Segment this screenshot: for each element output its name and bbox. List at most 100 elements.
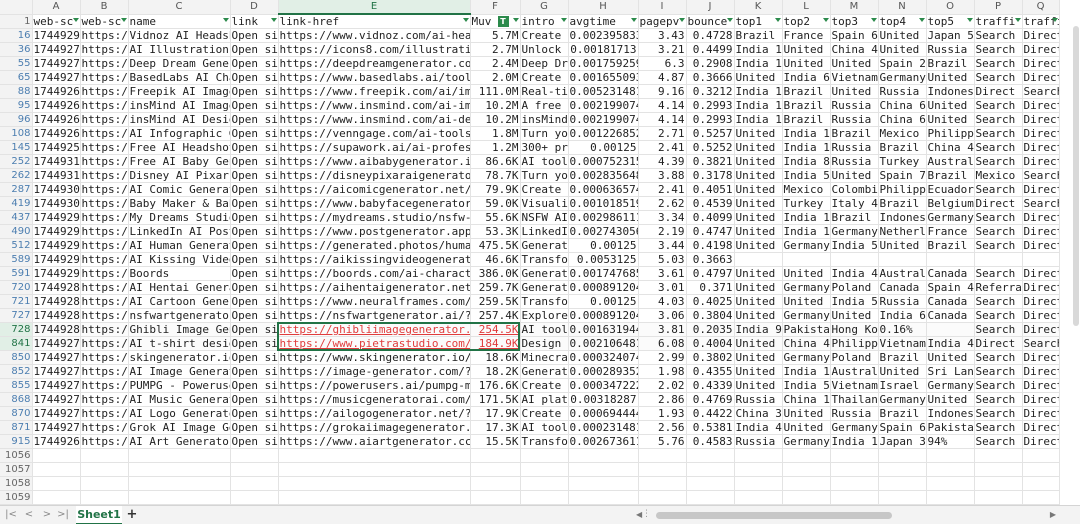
cell-j[interactable]: 0.3178 bbox=[686, 168, 735, 183]
cell-b[interactable]: https://\ bbox=[80, 378, 129, 393]
cell-m[interactable]: Poland 7 bbox=[830, 350, 879, 365]
cell-n[interactable]: Canada 5 bbox=[878, 280, 927, 295]
header-cell-m[interactable]: top3 bbox=[830, 14, 879, 29]
cell-b[interactable]: https://\ bbox=[80, 252, 129, 267]
cell-q[interactable] bbox=[1022, 490, 1060, 505]
cell-m[interactable]: Australi bbox=[830, 364, 879, 379]
column-header-f[interactable]: F bbox=[470, 0, 521, 15]
cell-f[interactable]: 254.5K bbox=[470, 322, 521, 337]
filter-dropdown-icon[interactable] bbox=[774, 17, 781, 22]
column-header-e[interactable]: E bbox=[278, 0, 471, 15]
cell-k[interactable]: United S bbox=[734, 350, 783, 365]
cell-j[interactable]: 0.4051 bbox=[686, 182, 735, 197]
cell-a[interactable] bbox=[32, 448, 81, 463]
cell-f[interactable]: 17.3K bbox=[470, 420, 521, 435]
cell-m[interactable]: United K bbox=[830, 308, 879, 323]
filter-dropdown-icon[interactable] bbox=[560, 17, 567, 22]
cell-n[interactable] bbox=[878, 490, 927, 505]
cell-h[interactable]: 0.000289352 bbox=[568, 364, 639, 379]
cell-f[interactable]: 5.7M bbox=[470, 28, 521, 43]
cell-i[interactable]: 4.03 bbox=[638, 294, 687, 309]
cell-l[interactable]: India 19 bbox=[782, 364, 831, 379]
cell-b[interactable]: https://\ bbox=[80, 210, 129, 225]
cell-l[interactable]: Brazil 8 bbox=[782, 84, 831, 99]
cell-c[interactable]: BasedLabs AI Chara bbox=[128, 70, 231, 85]
row-number[interactable]: 1058 bbox=[0, 476, 33, 491]
cell-i[interactable]: 3.01 bbox=[638, 280, 687, 295]
cell-g[interactable]: Design a bbox=[520, 336, 569, 351]
cell-e[interactable]: https://deepdreamgenerator.com/?utm_s bbox=[278, 56, 471, 71]
header-cell-l[interactable]: top2 bbox=[782, 14, 831, 29]
last-sheet-icon[interactable]: >| bbox=[56, 508, 70, 522]
cell-c[interactable]: AI Hentai Generato bbox=[128, 280, 231, 295]
column-header-d[interactable]: D bbox=[230, 0, 279, 15]
cell-c[interactable]: Baby Maker & Baby bbox=[128, 196, 231, 211]
cell-d[interactable]: Open site bbox=[230, 154, 279, 169]
cell-q[interactable]: Direct bbox=[1022, 56, 1060, 71]
cell-q[interactable]: Direct bbox=[1022, 154, 1060, 169]
cell-b[interactable] bbox=[80, 476, 129, 491]
row-number[interactable]: 870 bbox=[0, 406, 33, 421]
cell-o[interactable]: United S bbox=[926, 392, 975, 407]
cell-d[interactable]: Open site bbox=[230, 350, 279, 365]
cell-q[interactable]: Direct bbox=[1022, 294, 1060, 309]
cell-e[interactable]: https://disneypixaraigenerator.com/?u bbox=[278, 168, 471, 183]
cell-i[interactable] bbox=[638, 448, 687, 463]
cell-p[interactable]: Search 7 bbox=[974, 322, 1023, 337]
cell-k[interactable]: United S bbox=[734, 266, 783, 281]
cell-o[interactable]: Pakistan bbox=[926, 420, 975, 435]
cell-g[interactable]: Generate bbox=[520, 266, 569, 281]
cell-i[interactable]: 3.81 bbox=[638, 322, 687, 337]
cell-c[interactable]: Free AI Headshot G bbox=[128, 140, 231, 155]
cell-n[interactable]: Brazil 6 bbox=[878, 406, 927, 421]
cell-e[interactable]: https://www.aiartgenerator.cc/?utm_so bbox=[278, 434, 471, 449]
cell-o[interactable]: United K bbox=[926, 70, 975, 85]
cell-c[interactable]: AI Image Generator bbox=[128, 364, 231, 379]
cell-l[interactable]: India 8. bbox=[782, 154, 831, 169]
cell-k[interactable]: United S bbox=[734, 70, 783, 85]
cell-g[interactable]: Generate bbox=[520, 364, 569, 379]
cell-g[interactable]: Real-tim bbox=[520, 84, 569, 99]
cell-h[interactable]: 0.001018519 bbox=[568, 196, 639, 211]
cell-q[interactable]: Direct bbox=[1022, 350, 1060, 365]
cell-e[interactable]: https://www.basedlabs.ai/tools/ai-cha bbox=[278, 70, 471, 85]
cell-h[interactable]: 0.002199074 bbox=[568, 98, 639, 113]
cell-a[interactable]: 17449272 bbox=[32, 406, 81, 421]
cell-b[interactable]: https://\ bbox=[80, 406, 129, 421]
cell-a[interactable] bbox=[32, 490, 81, 505]
cell-c[interactable]: insMind AI Design bbox=[128, 112, 231, 127]
cell-f[interactable]: 55.6K bbox=[470, 210, 521, 225]
row-number[interactable]: 1056 bbox=[0, 448, 33, 463]
add-sheet-button[interactable]: + bbox=[125, 507, 139, 523]
cell-k[interactable] bbox=[734, 462, 783, 477]
sheet-tab-sheet1[interactable]: Sheet1 bbox=[76, 506, 122, 524]
cell-l[interactable]: United S bbox=[782, 406, 831, 421]
cell-a[interactable]: 17449294 bbox=[32, 238, 81, 253]
cell-f[interactable]: 2.4M bbox=[470, 56, 521, 71]
cell-j[interactable]: 0.2993 bbox=[686, 112, 735, 127]
cell-m[interactable]: Vietnam bbox=[830, 378, 879, 393]
cell-c[interactable]: Free AI Baby Gener bbox=[128, 154, 231, 169]
cell-l[interactable] bbox=[782, 476, 831, 491]
cell-j[interactable]: 0.3802 bbox=[686, 350, 735, 365]
cell-j[interactable]: 0.4769 bbox=[686, 392, 735, 407]
cell-m[interactable]: United S bbox=[830, 168, 879, 183]
scroll-right-icon[interactable]: ▶ bbox=[1050, 510, 1056, 520]
cell-p[interactable] bbox=[974, 252, 1023, 267]
cell-c[interactable]: Deep Dream Generat bbox=[128, 56, 231, 71]
cell-h[interactable]: 0.00125 bbox=[568, 294, 639, 309]
cell-o[interactable]: Japan 5. bbox=[926, 28, 975, 43]
column-header-i[interactable]: I bbox=[638, 0, 687, 15]
cell-g[interactable]: Deep Dre bbox=[520, 56, 569, 71]
cell-b[interactable]: https://\ bbox=[80, 434, 129, 449]
cell-a[interactable]: 17449282 bbox=[32, 322, 81, 337]
cell-q[interactable]: Direct bbox=[1022, 266, 1060, 281]
cell-i[interactable]: 2.99 bbox=[638, 350, 687, 365]
cell-c[interactable]: AI t-shirt design bbox=[128, 336, 231, 351]
cell-n[interactable] bbox=[878, 252, 927, 267]
filter-dropdown-icon[interactable] bbox=[72, 17, 79, 22]
cell-m[interactable]: Russia 6 bbox=[830, 140, 879, 155]
cell-l[interactable]: Germany bbox=[782, 434, 831, 449]
cell-e[interactable]: https://ailogogenerator.net/?utm_sour bbox=[278, 406, 471, 421]
cell-n[interactable]: Philippi bbox=[878, 182, 927, 197]
